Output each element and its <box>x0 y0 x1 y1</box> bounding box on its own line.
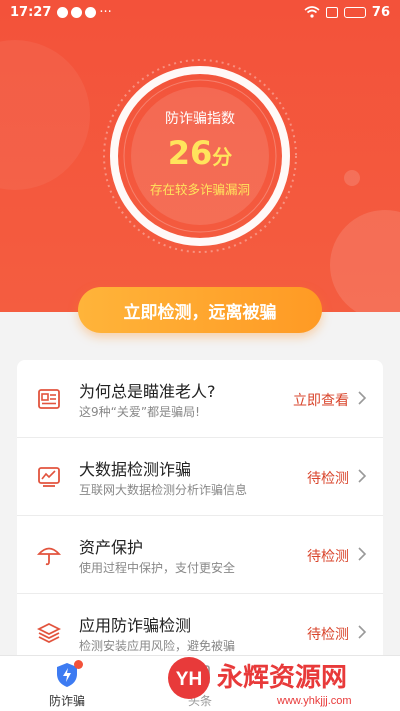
fraud-index-gauge: 防诈骗指数 26分 存在较多诈骗漏洞 <box>100 56 300 256</box>
item-description: 互联网大数据检测分析诈骗信息 <box>79 483 248 497</box>
chevron-right-icon <box>358 625 367 639</box>
notification-icons: ··· <box>57 4 112 20</box>
battery-icon <box>343 6 366 18</box>
item-description: 这9种“关爱”都是骗局! <box>79 405 200 419</box>
score-value: 26分 <box>100 134 300 172</box>
wifi-icon <box>304 6 320 18</box>
list-item[interactable]: 为何总是瞄准老人? 这9种“关爱”都是骗局! 立即查看 <box>17 360 383 438</box>
detect-status-link[interactable]: 待检测 <box>307 468 349 488</box>
sim-icon <box>325 6 338 18</box>
score-unit: 分 <box>212 145 233 169</box>
decor-circle <box>344 170 360 186</box>
battery-level: 76 <box>371 4 390 20</box>
item-description: 使用过程中保护，支付更安全 <box>79 561 236 575</box>
score-number: 26 <box>167 134 213 172</box>
item-title: 应用防诈骗检测 <box>79 616 192 635</box>
notification-badge <box>74 660 83 669</box>
tab-label: 防诈骗 <box>48 694 85 708</box>
notification-icon <box>57 6 69 18</box>
decor-circle <box>330 210 400 312</box>
status-bar: 17:27 ··· 76 <box>0 0 400 24</box>
status-time: 17:27 <box>10 4 52 20</box>
site-watermark: YH 永辉资源网 www.yhkjjj.com <box>165 652 395 708</box>
item-title: 为何总是瞄准老人? <box>79 382 216 401</box>
list-item[interactable]: 资产保护 使用过程中保护，支付更安全 待检测 <box>17 516 383 594</box>
svg-text:YH: YH <box>176 669 202 690</box>
chevron-right-icon <box>358 547 367 561</box>
gauge-label: 防诈骗指数 <box>165 111 235 127</box>
detect-status-link[interactable]: 待检测 <box>307 546 349 566</box>
notification-icon <box>71 6 83 18</box>
watermark-logo: YH 永辉资源网 www.yhkjjj.com <box>168 657 352 707</box>
svg-text:www.yhkjjj.com: www.yhkjjj.com <box>276 695 352 707</box>
score-note: 存在较多诈骗漏洞 <box>149 182 250 197</box>
notification-icon <box>85 6 97 18</box>
chevron-right-icon <box>358 469 367 483</box>
tab-anti-fraud[interactable]: 防诈骗 <box>22 656 112 711</box>
decor-circle <box>0 40 90 190</box>
item-title: 大数据检测诈骗 <box>79 460 192 479</box>
more-notifications-icon: ··· <box>99 4 112 20</box>
hero-section: 防诈骗指数 26分 存在较多诈骗漏洞 <box>0 0 400 312</box>
umbrella-icon <box>37 547 61 566</box>
layers-icon <box>37 622 61 644</box>
svg-text:永辉资源网: 永辉资源网 <box>217 663 347 693</box>
feature-list: 为何总是瞄准老人? 这9种“关爱”都是骗局! 立即查看 大数据检测诈骗 互联网大… <box>17 360 383 670</box>
view-now-link[interactable]: 立即查看 <box>293 390 349 410</box>
item-title: 资产保护 <box>79 538 144 557</box>
detect-now-button[interactable]: 立即检测，远离被骗 <box>78 287 322 333</box>
chart-icon <box>38 467 60 487</box>
list-item[interactable]: 大数据检测诈骗 互联网大数据检测分析诈骗信息 待检测 <box>17 438 383 516</box>
news-icon <box>38 389 60 409</box>
chevron-right-icon <box>358 391 367 405</box>
detect-status-link[interactable]: 待检测 <box>307 624 349 644</box>
